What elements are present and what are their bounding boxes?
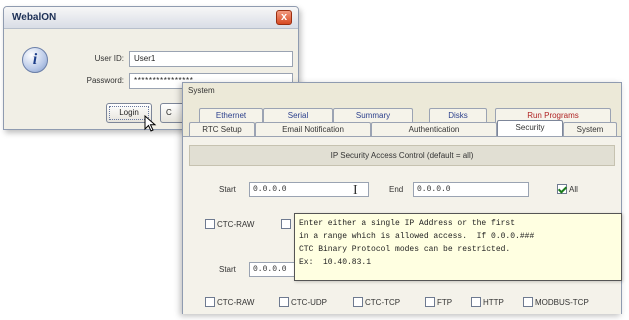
ctc-raw-label-2: CTC-RAW <box>217 297 255 307</box>
modbus-tcp-checkbox[interactable]: MODBUS-TCP <box>523 297 589 307</box>
ctc-raw-checkbox-1[interactable]: CTC-RAW <box>205 219 254 229</box>
password-label: Password: <box>86 76 124 85</box>
tab-system[interactable]: System <box>563 122 617 136</box>
checkbox-icon <box>205 219 215 229</box>
start-label: Start <box>219 185 236 194</box>
partial-checkbox[interactable] <box>281 219 293 229</box>
tab-authentication[interactable]: Authentication <box>371 122 497 136</box>
tab-summary[interactable]: Summary <box>333 108 413 122</box>
ftp-label: FTP <box>437 297 453 307</box>
ctc-raw-label-1: CTC-RAW <box>217 219 255 229</box>
tooltip-line-4: Ex: 10.40.83.1 <box>299 258 372 267</box>
section-header: IP Security Access Control (default = al… <box>189 145 615 166</box>
user-id-label: User ID: <box>94 54 124 63</box>
system-window-title: System <box>188 86 215 95</box>
ftp-checkbox[interactable]: FTP <box>425 297 452 307</box>
checkbox-icon <box>523 297 533 307</box>
all-label: All <box>569 184 578 194</box>
modbus-tcp-label: MODBUS-TCP <box>535 297 589 307</box>
checkbox-icon <box>281 219 291 229</box>
checkbox-icon <box>425 297 435 307</box>
checkbox-icon <box>353 297 363 307</box>
user-id-input[interactable]: User1 <box>129 51 293 67</box>
info-icon: i <box>22 47 48 73</box>
http-checkbox[interactable]: HTTP <box>471 297 504 307</box>
login-title: WebalON <box>12 12 57 23</box>
text-cursor-icon: I <box>353 183 358 198</box>
ctc-udp-label: CTC-UDP <box>291 297 327 307</box>
tooltip-line-1: Enter either a single IP Address or the … <box>299 219 516 228</box>
ctc-raw-checkbox-2[interactable]: CTC-RAW <box>205 297 254 307</box>
mouse-pointer-icon <box>144 115 157 132</box>
tab-disks[interactable]: Disks <box>429 108 487 122</box>
ctc-tcp-checkbox[interactable]: CTC-TCP <box>353 297 400 307</box>
end-ip-input[interactable]: 0.0.0.0 <box>413 182 529 197</box>
tab-serial[interactable]: Serial <box>263 108 333 122</box>
close-icon: x <box>280 11 288 23</box>
tooltip-line-2: in a range which is allowed access. If 0… <box>299 232 535 241</box>
checkbox-icon <box>471 297 481 307</box>
login-titlebar[interactable]: WebalON x <box>4 7 298 29</box>
tab-security[interactable]: Security <box>497 120 563 137</box>
tooltip-line-3: CTC Binary Protocol modes can be restric… <box>299 245 511 254</box>
start-ip-input-2[interactable]: 0.0.0.0 <box>249 262 295 277</box>
checkbox-icon <box>279 297 289 307</box>
tab-rtc-setup[interactable]: RTC Setup <box>189 122 255 136</box>
ctc-tcp-label: CTC-TCP <box>365 297 401 307</box>
start-label-2: Start <box>219 265 236 274</box>
checkbox-icon <box>205 297 215 307</box>
checkbox-checked-icon <box>557 184 567 194</box>
ctc-udp-checkbox[interactable]: CTC-UDP <box>279 297 327 307</box>
start-ip-input[interactable]: 0.0.0.0 <box>249 182 369 197</box>
tab-email-notification[interactable]: Email Notification <box>255 122 371 136</box>
ip-tooltip: Enter either a single IP Address or the … <box>294 213 622 281</box>
close-button[interactable]: x <box>276 10 292 25</box>
http-label: HTTP <box>483 297 504 307</box>
all-checkbox[interactable]: All <box>557 184 578 194</box>
end-label: End <box>389 185 404 194</box>
tab-ethernet[interactable]: Ethernet <box>199 108 263 122</box>
